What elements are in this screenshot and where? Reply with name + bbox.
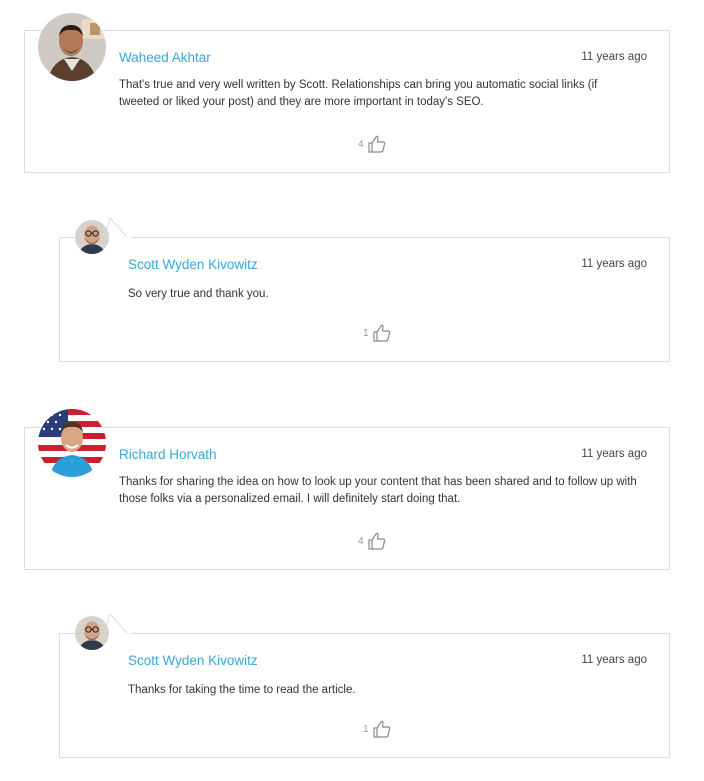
thumbs-up-icon[interactable] xyxy=(367,531,387,551)
avatar[interactable] xyxy=(38,13,106,81)
comment-timestamp[interactable]: 11 years ago xyxy=(581,258,647,270)
thumbs-up-icon[interactable] xyxy=(372,719,392,739)
comment-card: Waheed Akhtar 11 years ago That's true a… xyxy=(24,30,670,173)
like-count: 1 xyxy=(363,327,369,339)
comment-author[interactable]: Scott Wyden Kivowitz xyxy=(128,653,258,668)
comment-timestamp[interactable]: 11 years ago xyxy=(581,51,647,63)
comment-text: That's true and very well written by Sco… xyxy=(119,79,598,108)
like-count: 4 xyxy=(358,138,364,150)
comment-card: Richard Horvath 11 years ago Thanks for … xyxy=(24,427,670,570)
thumbs-up-icon[interactable] xyxy=(372,323,392,343)
comment-author[interactable]: Waheed Akhtar xyxy=(119,50,211,65)
like-button[interactable]: 1 xyxy=(363,719,392,739)
avatar[interactable] xyxy=(38,409,106,477)
comment-text: Thanks for taking the time to read the a… xyxy=(128,684,356,696)
like-button[interactable]: 1 xyxy=(363,323,392,343)
comment-timestamp[interactable]: 11 years ago xyxy=(581,448,647,460)
thumbs-up-icon[interactable] xyxy=(367,134,387,154)
like-count: 1 xyxy=(363,723,369,735)
avatar[interactable] xyxy=(75,220,109,254)
comment-text: So very true and thank you. xyxy=(128,288,269,300)
reply-card: Scott Wyden Kivowitz 11 years ago Thanks… xyxy=(59,633,670,758)
avatar[interactable] xyxy=(75,616,109,650)
comment-timestamp[interactable]: 11 years ago xyxy=(581,654,647,666)
reply-card: Scott Wyden Kivowitz 11 years ago So ver… xyxy=(59,237,670,362)
like-button[interactable]: 4 xyxy=(358,531,387,551)
comment-author[interactable]: Richard Horvath xyxy=(119,447,217,462)
comment-text: Thanks for sharing the idea on how to lo… xyxy=(119,476,637,505)
like-count: 4 xyxy=(358,535,364,547)
comment-author[interactable]: Scott Wyden Kivowitz xyxy=(128,257,258,272)
like-button[interactable]: 4 xyxy=(358,134,387,154)
